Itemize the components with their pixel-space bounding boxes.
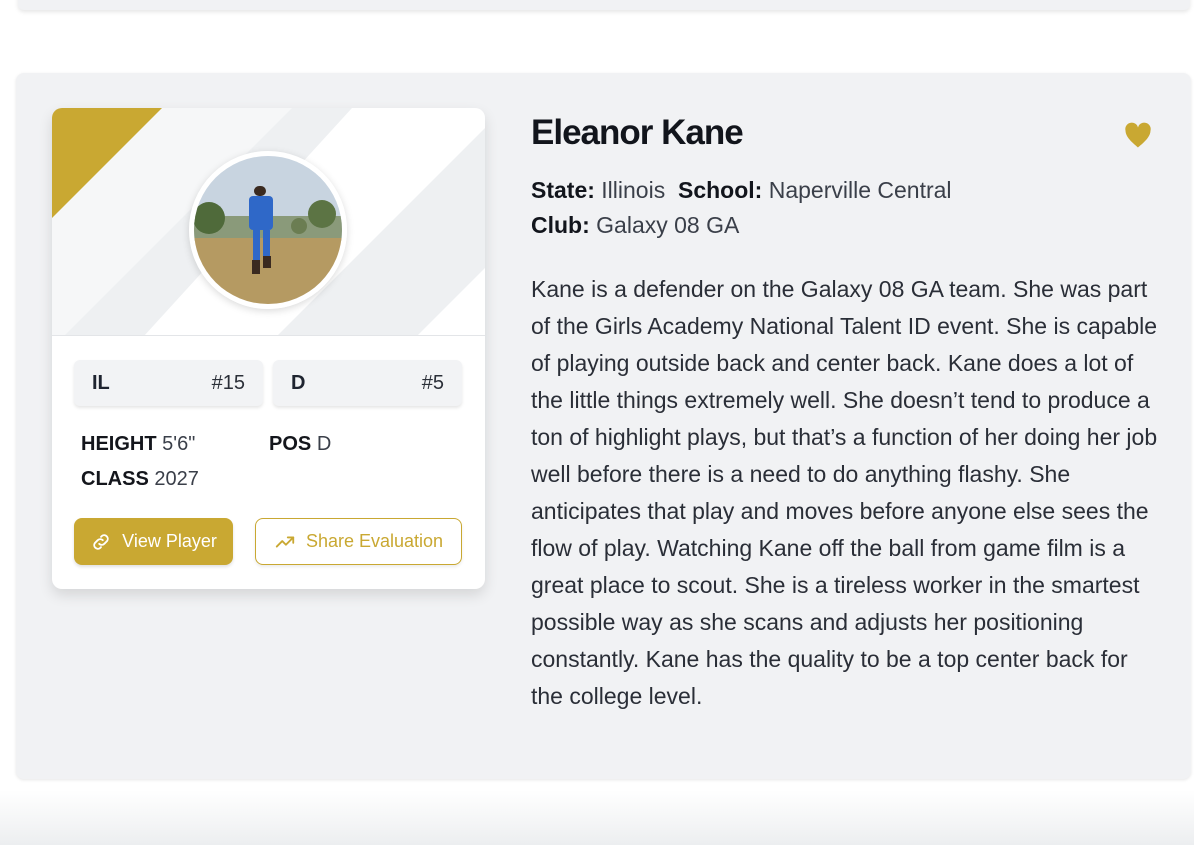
- stat-class-label: CLASS: [81, 468, 149, 490]
- player-club: Club: Galaxy 08 GA: [531, 212, 739, 239]
- stat-height: HEIGHT 5'6": [81, 433, 195, 456]
- player-state-school: State: Illinois School: Naperville Centr…: [531, 177, 952, 204]
- club-value: Galaxy 08 GA: [596, 212, 740, 238]
- favorite-heart-button[interactable]: [1123, 121, 1153, 154]
- view-player-label: View Player: [122, 531, 217, 551]
- state-value: Illinois: [601, 177, 666, 203]
- player-evaluation-text: Kane is a defender on the Galaxy 08 GA t…: [531, 276, 1158, 709]
- player-profile-panel: IL #15 D #5 HEIGHT 5'6" POS D CLASS 2027: [52, 108, 485, 589]
- next-card-edge: [0, 790, 1194, 845]
- jersey-chips: IL #15 D #5: [74, 360, 464, 406]
- chip-state: IL: [92, 372, 110, 394]
- chip-state-number: IL #15: [74, 360, 263, 406]
- school-value: Naperville Central: [768, 177, 952, 203]
- previous-card-edge: [18, 0, 1190, 10]
- stat-position-value: D: [316, 433, 332, 455]
- share-evaluation-label: Share Evaluation: [305, 531, 444, 551]
- club-label: Club:: [531, 212, 590, 238]
- player-evaluation-card: IL #15 D #5 HEIGHT 5'6" POS D CLASS 2027: [16, 73, 1191, 779]
- stat-position: POS D: [269, 433, 331, 456]
- chip-position-jersey-number: #5: [421, 372, 444, 394]
- stat-height-value: 5'6": [162, 433, 196, 455]
- stat-position-label: POS: [269, 433, 312, 455]
- trending-up-icon: [275, 536, 295, 547]
- player-photo: [189, 151, 347, 309]
- stat-class-value: 2027: [154, 468, 199, 490]
- stat-height-label: HEIGHT: [81, 433, 157, 455]
- chip-state-jersey-number: #15: [211, 372, 245, 394]
- player-photo-image: [194, 156, 342, 304]
- share-evaluation-button[interactable]: Share Evaluation: [255, 518, 462, 565]
- state-label: State:: [531, 177, 595, 203]
- heart-icon: [1125, 122, 1151, 148]
- view-player-button[interactable]: View Player: [74, 518, 233, 565]
- profile-banner: [52, 108, 485, 336]
- school-label: School:: [678, 177, 763, 203]
- chip-position-number: D #5: [273, 360, 462, 406]
- stat-class: CLASS 2027: [81, 468, 199, 491]
- chip-position: D: [291, 372, 306, 394]
- player-name: Eleanor Kane: [531, 113, 744, 152]
- link-icon: [93, 533, 109, 550]
